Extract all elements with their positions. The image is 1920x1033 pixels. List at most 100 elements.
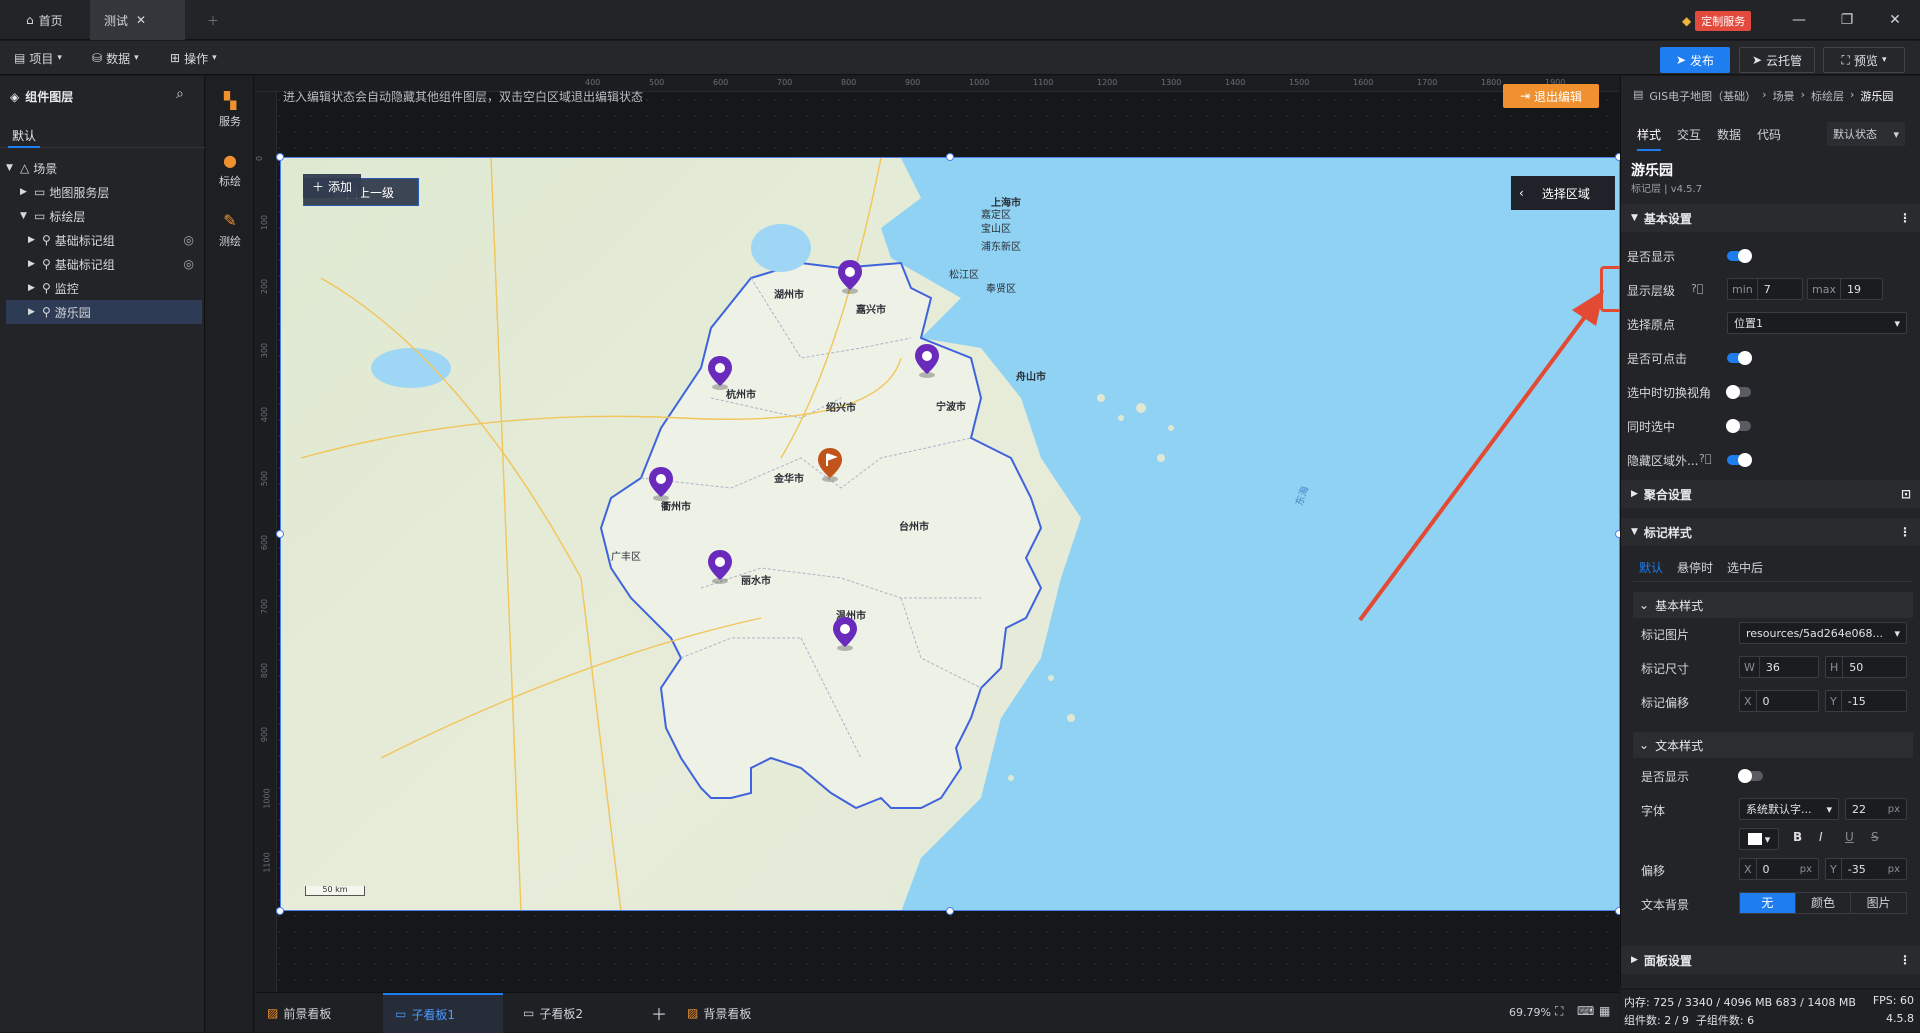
tab-test[interactable]: 测试 ✕ [90, 0, 185, 40]
bold-icon[interactable]: B [1793, 830, 1802, 844]
layer-tab-default[interactable]: 默认 [12, 127, 36, 144]
toggle-same-select[interactable] [1726, 419, 1751, 433]
subsection-basic-style[interactable]: ⌄ 基本样式 [1633, 592, 1913, 618]
toggle-switch-view[interactable] [1726, 385, 1751, 399]
toggle-text-visible[interactable] [1738, 769, 1763, 783]
marker-offset-y-input[interactable]: Y -15 [1825, 690, 1907, 712]
resize-handle[interactable] [946, 153, 954, 161]
more-icon[interactable]: ⋮ [1899, 953, 1911, 967]
section-marker-style[interactable]: ▼ 标记样式 ⋮ [1621, 518, 1920, 546]
tree-item-map-service[interactable]: ▶ ▭ 地图服务层 [6, 180, 202, 204]
marker-offset-x-input[interactable]: X0 [1739, 690, 1819, 712]
help-icon[interactable]: ?⃝ [1691, 282, 1703, 295]
breadcrumb-item[interactable]: GIS电子地图（基础） [1649, 88, 1756, 104]
help-icon[interactable]: ?⃝ [1699, 452, 1711, 465]
strip-measure[interactable]: ✎ 测绘 [206, 202, 254, 258]
zoom-level[interactable]: 69.79% [1509, 1006, 1551, 1019]
breadcrumb-item[interactable]: 标绘层 [1811, 88, 1844, 104]
tab-style[interactable]: 样式 [1637, 126, 1662, 151]
text-bg-image[interactable]: 图片 [1850, 893, 1906, 913]
hidden-eye-icon[interactable]: ◎ [184, 257, 194, 271]
lock-icon[interactable]: ⊡ [1901, 487, 1911, 501]
select-region-button[interactable]: ‹ 选择区域 [1511, 176, 1615, 210]
minimize-button[interactable]: — [1776, 0, 1822, 40]
menu-data[interactable]: ⛁ 数据 ▾ [86, 46, 145, 70]
tab-interaction[interactable]: 交互 [1677, 126, 1701, 151]
tree-item-marker-group-1[interactable]: ▶ ⚲ 基础标记组 ◎ [6, 228, 202, 252]
min-level-input[interactable]: min 7 [1727, 278, 1803, 300]
tree-item-amusement-park[interactable]: ▶ ⚲ 游乐园 [6, 300, 202, 324]
breadcrumb-item[interactable]: 游乐园 [1860, 88, 1893, 104]
resize-handle[interactable] [276, 153, 284, 161]
strikethrough-icon[interactable]: S [1871, 830, 1879, 844]
restore-button[interactable]: ❐ [1824, 0, 1870, 40]
font-size-input[interactable]: 22 px [1845, 798, 1907, 820]
text-bg-none[interactable]: 无 [1740, 893, 1795, 913]
tree-item-monitor[interactable]: ▶ ⚲ 监控 [6, 276, 202, 300]
cloud-host-button[interactable]: ➤ 云托管 [1739, 47, 1815, 73]
max-level-input[interactable]: max 19 [1807, 278, 1883, 300]
keyboard-icon[interactable]: ⌨ [1577, 1004, 1594, 1018]
map-pin[interactable] [836, 258, 864, 294]
more-icon[interactable]: ⋮ [1899, 211, 1911, 225]
more-icon[interactable]: ⋮ [1899, 525, 1911, 539]
italic-icon[interactable]: I [1819, 830, 1823, 844]
map-pin[interactable] [913, 342, 941, 378]
state-tab-selected[interactable]: 选中后 [1727, 559, 1763, 576]
search-icon[interactable]: ⌕ [176, 86, 184, 102]
section-basic-settings[interactable]: ▼ 基本设置 ⋮ [1621, 204, 1920, 232]
board-tab-sub1[interactable]: ▭ 子看板1 [383, 993, 503, 1033]
subsection-text-style[interactable]: ⌄ 文本样式 [1633, 732, 1913, 758]
custom-service-button[interactable]: ◆ 定制服务 [1682, 11, 1752, 31]
toggle-hide-outside[interactable] [1727, 453, 1752, 467]
marker-image-select[interactable]: resources/5ad264e068... ▾ [1739, 622, 1907, 644]
hidden-eye-icon[interactable]: ◎ [184, 233, 194, 247]
fit-screen-icon[interactable]: ⛶ [1555, 1004, 1563, 1019]
origin-select[interactable]: 位置1 ▾ [1727, 312, 1907, 334]
add-button[interactable]: ＋ 添加 [303, 174, 361, 198]
strip-plot[interactable]: ● 标绘 [206, 142, 254, 198]
state-tab-hover[interactable]: 悬停时 [1677, 559, 1713, 576]
text-offset-y-input[interactable]: Y -35 px [1825, 858, 1907, 880]
tab-home[interactable]: ⌂ 首页 [12, 0, 77, 40]
board-tab-sub2[interactable]: ▭ 子看板2 [511, 993, 631, 1033]
section-aggregate[interactable]: ▶ 聚合设置 ⊡ [1621, 480, 1920, 508]
board-tab-foreground[interactable]: ▨ 前景看板 [255, 993, 375, 1033]
strip-service[interactable]: ▚ 服务 [206, 82, 254, 138]
menu-operation[interactable]: ⊞ 操作 ▾ [164, 46, 223, 70]
map-pin-flag[interactable] [816, 446, 844, 482]
resize-handle[interactable] [276, 907, 284, 915]
marker-height-input[interactable]: H 50 [1825, 656, 1907, 678]
resize-handle[interactable] [946, 907, 954, 915]
tab-code[interactable]: 代码 [1757, 126, 1781, 151]
text-bg-color[interactable]: 颜色 [1794, 893, 1851, 913]
state-tab-default[interactable]: 默认 [1639, 559, 1663, 576]
map-pin[interactable] [706, 354, 734, 390]
state-select[interactable]: 默认状态 ▾ [1827, 122, 1905, 146]
toggle-clickable[interactable] [1727, 351, 1752, 365]
exit-edit-button[interactable]: ⇥ 退出编辑 [1503, 84, 1599, 108]
add-board-button[interactable]: ＋ [639, 993, 673, 1033]
tab-data[interactable]: 数据 [1717, 126, 1741, 151]
tree-item-marker-group-2[interactable]: ▶ ⚲ 基础标记组 ◎ [6, 252, 202, 276]
marker-width-input[interactable]: W 36 [1739, 656, 1819, 678]
underline-icon[interactable]: U [1845, 830, 1854, 844]
grid-toggle-icon[interactable]: ▦ [1599, 1004, 1610, 1018]
preview-button[interactable]: ⛶ 预览 ▾ [1823, 47, 1905, 73]
tree-item-plot-layer[interactable]: ▼ ▭ 标绘层 [6, 204, 202, 228]
new-tab-button[interactable]: ＋ [193, 0, 233, 40]
toggle-visible[interactable] [1727, 249, 1752, 263]
tree-item-scene[interactable]: ▼ △ 场景 [6, 156, 202, 180]
breadcrumb-item[interactable]: 场景 [1773, 88, 1795, 104]
close-icon[interactable]: ✕ [136, 13, 146, 27]
menu-project[interactable]: ▤ 项目 ▾ [8, 46, 68, 70]
publish-button[interactable]: ➤ 发布 [1660, 47, 1730, 73]
resize-handle[interactable] [276, 530, 284, 538]
close-window-button[interactable]: ✕ [1872, 0, 1918, 40]
text-offset-x-input[interactable]: X 0 px [1739, 858, 1819, 880]
section-panel-settings[interactable]: ▶ 面板设置 ⋮ [1621, 946, 1920, 974]
map-pin[interactable] [831, 615, 859, 651]
board-tab-background[interactable]: ▨ 背景看板 [675, 993, 795, 1033]
font-color-picker[interactable]: ▾ [1739, 828, 1779, 850]
font-family-select[interactable]: 系统默认字... ▾ [1739, 798, 1839, 820]
